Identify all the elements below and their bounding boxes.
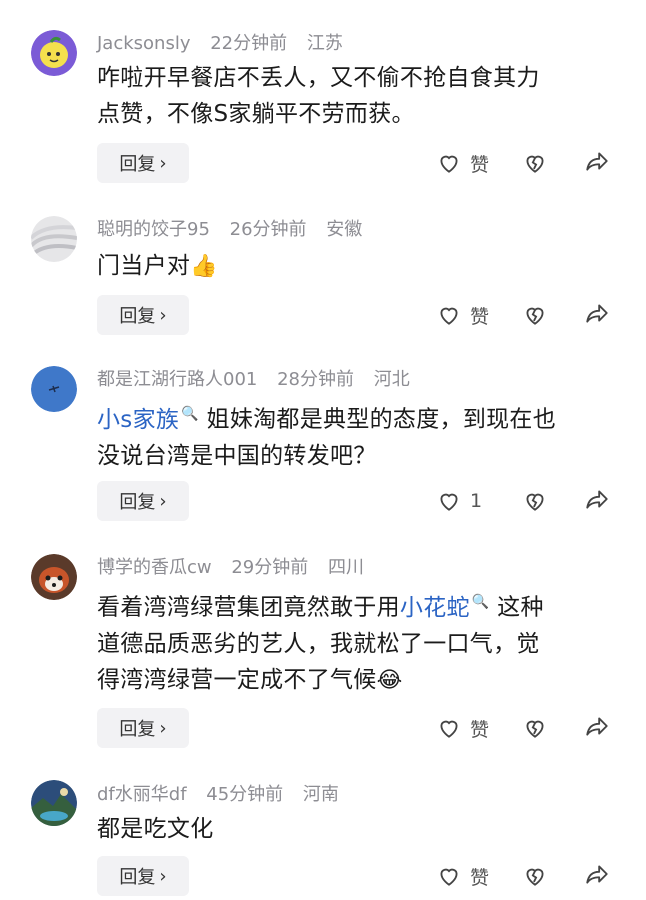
heart-icon	[440, 868, 458, 886]
heart-icon	[440, 155, 458, 173]
mention-link[interactable]: 小花蛇 🔍	[400, 594, 490, 621]
broken-heart-icon	[526, 307, 544, 325]
share-button[interactable]	[584, 713, 610, 743]
location: 江苏	[306, 33, 343, 54]
comment-actions: 赞	[436, 856, 626, 896]
search-icon: 🔍	[471, 594, 490, 610]
share-arrow-icon	[586, 865, 608, 884]
broken-heart-icon	[526, 720, 544, 738]
dislike-button[interactable]	[522, 715, 584, 741]
blue-sky-plane-avatar-icon	[31, 366, 77, 412]
reply-button[interactable]: 回复 ›	[97, 856, 189, 896]
lemon-avatar-icon	[31, 30, 77, 76]
landscape-avatar-icon	[31, 780, 77, 826]
dislike-button[interactable]	[522, 150, 584, 176]
reply-button[interactable]: 回复 ›	[97, 295, 189, 335]
username[interactable]: 博学的香瓜cw	[97, 557, 212, 578]
comment-meta: 都是江湖行路人001 28分钟前 河北	[97, 368, 424, 392]
timestamp: 22分钟前	[210, 33, 288, 54]
red-panda-avatar-icon	[31, 554, 77, 600]
username[interactable]: Jacksonsly	[97, 33, 191, 54]
share-arrow-icon	[586, 490, 608, 509]
chevron-right-icon: ›	[159, 865, 167, 887]
like-button[interactable]: 赞	[436, 150, 522, 177]
share-arrow-icon	[586, 717, 608, 736]
share-button[interactable]	[584, 861, 610, 891]
avatar[interactable]	[31, 554, 77, 600]
share-button[interactable]	[584, 300, 610, 330]
reply-button[interactable]: 回复 ›	[97, 481, 189, 521]
timestamp: 29分钟前	[231, 557, 309, 578]
avatar[interactable]	[31, 30, 77, 76]
comment-text: 门当户对👍	[97, 253, 218, 279]
comment-text: 看着湾湾绿营集团竟然敢于用小花蛇 🔍 这种 道德品质恶劣的艺人，我就松了一口气，觉…	[97, 594, 544, 693]
like-count: 1	[470, 490, 483, 512]
broken-heart-icon	[526, 868, 544, 886]
comment-text: 咋啦开早餐店不丢人，又不偷不抢自食其力 点赞，不像S家躺平不劳而获。	[97, 65, 540, 127]
share-arrow-icon	[586, 304, 608, 323]
grey-wave-avatar-icon	[31, 216, 77, 262]
comment-text: 都是吃文化	[97, 816, 214, 842]
dislike-button[interactable]	[522, 863, 584, 889]
heart-icon	[440, 307, 458, 325]
broken-heart-icon	[526, 493, 544, 511]
like-button[interactable]: 赞	[436, 302, 522, 329]
timestamp: 26分钟前	[229, 219, 307, 240]
timestamp: 28分钟前	[277, 369, 354, 390]
avatar[interactable]	[31, 780, 77, 826]
broken-heart-icon	[526, 155, 544, 173]
heart-icon	[440, 493, 458, 511]
search-icon: 🔍	[181, 406, 199, 422]
chevron-right-icon: ›	[159, 717, 167, 739]
chevron-right-icon: ›	[159, 304, 167, 326]
comment-actions: 赞	[436, 708, 626, 748]
dislike-button[interactable]	[522, 488, 584, 514]
comment-meta: 博学的香瓜cw 29分钟前 四川	[97, 556, 378, 580]
comment-actions: 1	[436, 481, 626, 521]
comment-meta: df水丽华df 45分钟前 河南	[97, 783, 353, 807]
share-button[interactable]	[584, 486, 610, 516]
username[interactable]: 都是江湖行路人001	[97, 369, 257, 390]
location: 四川	[328, 557, 364, 578]
avatar[interactable]	[31, 216, 77, 262]
dislike-button[interactable]	[522, 302, 584, 328]
share-button[interactable]	[584, 148, 610, 178]
share-arrow-icon	[586, 152, 608, 171]
like-button[interactable]: 赞	[436, 863, 522, 890]
reply-button[interactable]: 回复 ›	[97, 708, 189, 748]
location: 河北	[373, 369, 410, 390]
comment-actions: 赞	[436, 143, 626, 183]
avatar[interactable]	[31, 366, 77, 412]
like-button[interactable]: 赞	[436, 715, 522, 742]
comment-actions: 赞	[436, 295, 626, 335]
heart-icon	[440, 720, 458, 738]
comment-text: 小s家族 🔍 姐妹淘都是典型的态度，到现在也 没说台湾是中国的转发吧？	[97, 406, 557, 469]
comment-meta: Jacksonsly 22分钟前 江苏	[97, 32, 357, 56]
location: 安徽	[326, 219, 363, 240]
location: 河南	[302, 784, 339, 805]
username[interactable]: df水丽华df	[97, 784, 187, 805]
laughing-face-icon: 😂	[376, 667, 403, 693]
reply-button[interactable]: 回复 ›	[97, 143, 189, 183]
chevron-right-icon: ›	[159, 490, 167, 512]
mention-link[interactable]: 小s家族 🔍	[97, 406, 199, 433]
comment-meta: 聪明的饺子95 26分钟前 安徽	[97, 218, 376, 242]
timestamp: 45分钟前	[206, 784, 284, 805]
username[interactable]: 聪明的饺子95	[97, 219, 210, 240]
chevron-right-icon: ›	[159, 152, 167, 174]
thumbs-up-icon: 👍	[190, 254, 218, 279]
like-button[interactable]: 1	[436, 488, 522, 514]
